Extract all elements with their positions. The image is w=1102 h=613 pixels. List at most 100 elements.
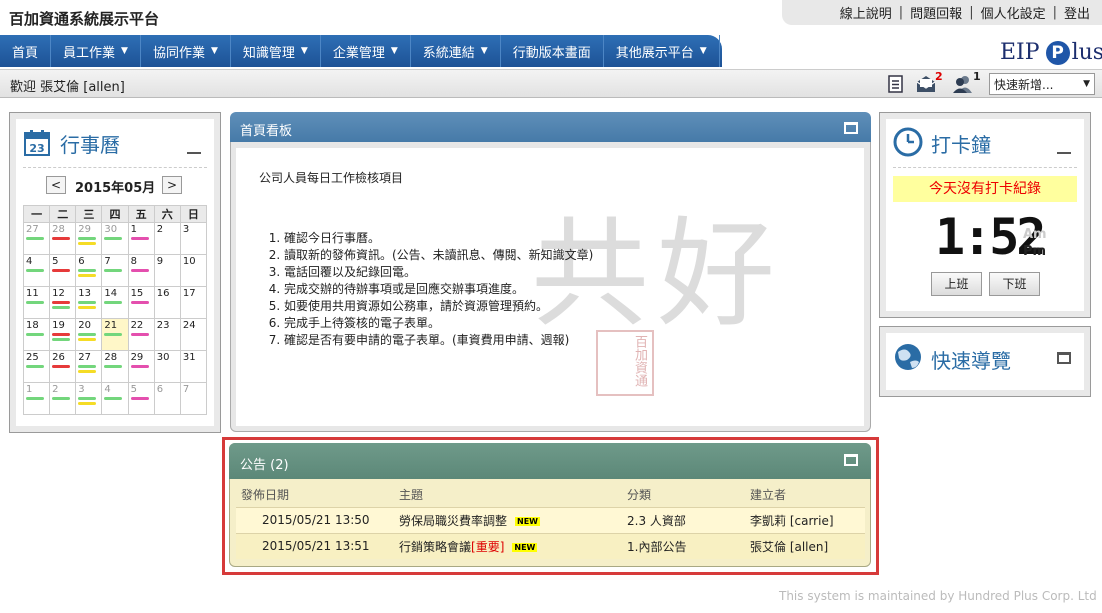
calendar-day[interactable]: 28 (101, 350, 129, 383)
calendar-day[interactable]: 15 (127, 286, 155, 319)
calendar-day[interactable]: 27 (75, 350, 103, 383)
maximize-icon[interactable] (1057, 352, 1071, 364)
personal-settings-link[interactable]: 個人化設定 (981, 3, 1046, 22)
calendar-day[interactable]: 31 (179, 350, 208, 383)
event-marker[interactable] (130, 365, 149, 368)
event-marker[interactable] (104, 301, 123, 304)
calendar-day[interactable]: 28 (49, 222, 77, 255)
calendar-day[interactable]: 6 (153, 382, 181, 415)
event-marker[interactable] (104, 333, 123, 336)
maximize-icon[interactable] (844, 122, 858, 134)
calendar-day[interactable]: 16 (153, 286, 181, 319)
event-marker[interactable] (130, 237, 149, 240)
nav-item-4[interactable]: 企業管理 ▼ (321, 35, 411, 67)
nav-item-0[interactable]: 首頁 (0, 35, 52, 67)
calendar-day[interactable]: 4 (101, 382, 129, 415)
event-marker[interactable] (52, 338, 71, 341)
logout-link[interactable]: 登出 (1064, 3, 1090, 22)
minimize-icon[interactable] (1057, 152, 1071, 154)
calendar-day[interactable]: 1 (22, 382, 51, 415)
calendar-day[interactable]: 2 (153, 222, 181, 255)
event-marker[interactable] (104, 397, 123, 400)
event-marker[interactable] (52, 269, 71, 272)
calendar-day[interactable]: 8 (127, 254, 155, 287)
event-marker[interactable] (78, 242, 97, 245)
quick-add-select[interactable]: 快速新增... ▼ (989, 73, 1095, 95)
clock-out-button[interactable]: 下班 (989, 272, 1040, 296)
event-marker[interactable] (104, 237, 123, 240)
nav-item-5[interactable]: 系統連結 ▼ (411, 35, 501, 67)
calendar-day[interactable]: 26 (49, 350, 77, 383)
calendar-day[interactable]: 29 (127, 350, 155, 383)
calendar-day[interactable]: 2 (49, 382, 77, 415)
calendar-day[interactable]: 23 (153, 318, 181, 351)
event-marker[interactable] (52, 301, 71, 304)
calendar-day[interactable]: 19 (49, 318, 77, 351)
event-marker[interactable] (52, 306, 71, 309)
minimize-icon[interactable] (187, 152, 201, 154)
clock-in-button[interactable]: 上班 (931, 272, 982, 296)
event-marker[interactable] (52, 333, 71, 336)
event-marker[interactable] (26, 269, 44, 272)
next-month-button[interactable]: > (162, 176, 182, 194)
event-marker[interactable] (26, 397, 44, 400)
calendar-day[interactable]: 1 (127, 222, 155, 255)
calendar-day[interactable]: 18 (22, 318, 51, 351)
event-marker[interactable] (78, 301, 97, 304)
users-icon[interactable]: 1 (952, 70, 982, 94)
calendar-day[interactable]: 9 (153, 254, 181, 287)
calendar-day[interactable]: 5 (127, 382, 155, 415)
event-marker[interactable] (26, 333, 44, 336)
calendar-day[interactable]: 5 (49, 254, 77, 287)
calendar-day[interactable]: 7 (101, 254, 129, 287)
calendar-day[interactable]: 11 (22, 286, 51, 319)
event-marker[interactable] (78, 306, 97, 309)
event-marker[interactable] (130, 333, 149, 336)
event-marker[interactable] (26, 365, 44, 368)
event-marker[interactable] (26, 301, 44, 304)
event-marker[interactable] (52, 365, 71, 368)
calendar-day[interactable]: 12 (49, 286, 77, 319)
calendar-day[interactable]: 10 (179, 254, 208, 287)
calendar-day[interactable]: 22 (127, 318, 155, 351)
event-marker[interactable] (52, 237, 71, 240)
event-marker[interactable] (52, 397, 71, 400)
calendar-day[interactable]: 30 (153, 350, 181, 383)
event-marker[interactable] (78, 370, 97, 373)
documents-icon[interactable] (886, 74, 906, 94)
calendar-day[interactable]: 17 (179, 286, 208, 319)
event-marker[interactable] (78, 365, 97, 368)
calendar-day[interactable]: 30 (101, 222, 129, 255)
nav-item-7[interactable]: 其他展示平台 ▼ (604, 35, 720, 67)
event-marker[interactable] (104, 269, 123, 272)
calendar-day[interactable]: 21 (101, 318, 129, 351)
event-marker[interactable] (78, 333, 97, 336)
nav-item-2[interactable]: 協同作業 ▼ (141, 35, 231, 67)
event-marker[interactable] (78, 338, 97, 341)
nav-item-6[interactable]: 行動版本畫面 (501, 35, 604, 67)
nav-item-3[interactable]: 知識管理 ▼ (231, 35, 321, 67)
event-marker[interactable] (78, 402, 97, 405)
nav-item-1[interactable]: 員工作業 ▼ (51, 35, 141, 67)
calendar-day[interactable]: 13 (75, 286, 103, 319)
event-marker[interactable] (130, 397, 149, 400)
calendar-day[interactable]: 25 (22, 350, 51, 383)
calendar-day[interactable]: 24 (179, 318, 208, 351)
report-issue-link[interactable]: 問題回報 (910, 3, 962, 22)
event-marker[interactable] (26, 237, 44, 240)
event-marker[interactable] (130, 301, 149, 304)
event-marker[interactable] (78, 237, 97, 240)
calendar-day[interactable]: 3 (75, 382, 103, 415)
event-marker[interactable] (78, 269, 97, 272)
event-marker[interactable] (104, 365, 123, 368)
help-link[interactable]: 線上說明 (840, 3, 892, 22)
prev-month-button[interactable]: < (46, 176, 66, 194)
calendar-day[interactable]: 6 (75, 254, 103, 287)
calendar-day[interactable]: 3 (179, 222, 208, 255)
event-marker[interactable] (78, 397, 97, 400)
calendar-day[interactable]: 29 (75, 222, 103, 255)
event-marker[interactable] (78, 274, 97, 277)
calendar-day[interactable]: 14 (101, 286, 129, 319)
calendar-day[interactable]: 20 (75, 318, 103, 351)
calendar-day[interactable]: 4 (22, 254, 51, 287)
